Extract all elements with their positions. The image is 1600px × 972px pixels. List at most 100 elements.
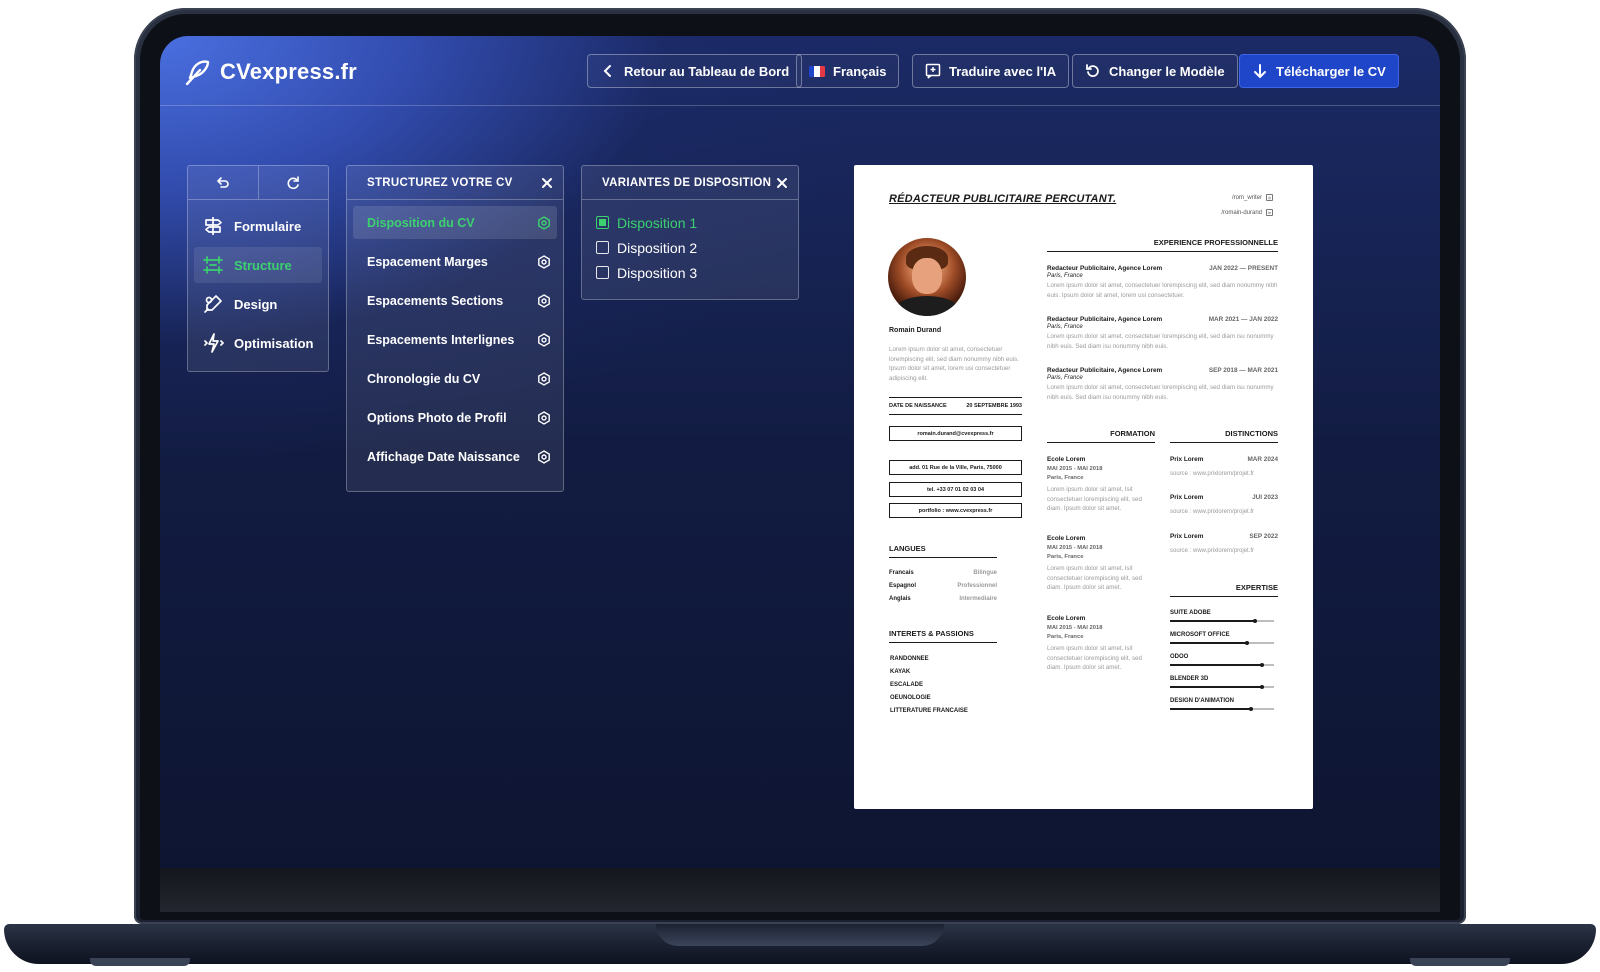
structure-item-disposition[interactable]: Disposition du CV — [353, 206, 557, 239]
cv-skill: ODOO — [1170, 654, 1274, 666]
settings-hex-icon — [538, 371, 550, 386]
cv-address: add. 01 Rue de la Ville, Paris, 75000 — [889, 460, 1022, 475]
skill-level-bar — [1170, 706, 1274, 710]
cv-skill: BLENDER 3D — [1170, 676, 1274, 688]
structure-item-chronology[interactable]: Chronologie du CV — [353, 362, 557, 395]
profile-photo — [888, 238, 966, 316]
close-icon[interactable] — [541, 177, 553, 189]
logo[interactable]: CVexpress.fr — [182, 56, 357, 88]
structure-item-line-spacing[interactable]: Espacements Interlignes — [353, 323, 557, 356]
cv-birthdate-value: 20 SEPTEMBRE 1993 — [966, 403, 1022, 409]
sidebar-panel: Formulaire Structure Design Optimisation — [187, 165, 329, 372]
sidebar-item-label: Design — [234, 296, 278, 312]
checkbox[interactable] — [596, 241, 609, 254]
download-cv-label: Télécharger le CV — [1276, 63, 1386, 79]
cv-education-item: Ecole Lorem MAI 2015 - MAI 2018 Paris, F… — [1047, 615, 1142, 672]
structure-item-label: Espacements Sections — [367, 293, 504, 308]
layout-icon — [203, 256, 223, 274]
cv-languages-title: LANGUES — [889, 544, 997, 558]
structure-item-photo-options[interactable]: Options Photo de Profil — [353, 401, 557, 434]
structure-item-label: Affichage Date Naissance — [367, 449, 520, 464]
settings-hex-icon — [538, 410, 550, 425]
download-cv-button[interactable]: Télécharger le CV — [1239, 54, 1399, 88]
structure-item-birthdate[interactable]: Affichage Date Naissance — [353, 440, 557, 473]
sidebar-item-optimisation[interactable]: Optimisation — [194, 325, 322, 361]
cv-headline: RÉDACTEUR PUBLICITAIRE PERCUTANT. — [889, 193, 1117, 205]
cv-award-item: Prix Lorem JUI 2023 source : www.prixlore… — [1170, 494, 1278, 515]
cv-preview[interactable]: RÉDACTEUR PUBLICITAIRE PERCUTANT. /rom_w… — [854, 165, 1313, 809]
cv-skill: SUITE ADOBE — [1170, 610, 1274, 622]
sidebar-item-label: Formulaire — [234, 218, 302, 234]
top-header: CVexpress.fr Retour au Tableau de Bord F… — [160, 36, 1440, 106]
structure-item-label: Disposition du CV — [367, 215, 475, 230]
structure-panel: STRUCTUREZ VOTRE CV Disposition du CV Es… — [346, 165, 564, 492]
cv-experience-item: Redacteur Publicitaire, Agence Lorem JAN … — [1047, 265, 1278, 299]
language-label: Français — [833, 63, 887, 79]
variant-option-1[interactable]: Disposition 1 — [596, 210, 798, 235]
variants-panel: VARIANTES DE DISPOSITION Disposition 1 D… — [581, 165, 799, 300]
cv-language-row: Anglais Intermediaire — [889, 596, 997, 602]
settings-hex-icon — [538, 215, 550, 230]
sidebar-item-label: Structure — [234, 257, 292, 273]
laptop-foot-right — [1410, 958, 1510, 966]
app-screen: CVexpress.fr Retour au Tableau de Bord F… — [160, 36, 1440, 868]
translate-ai-button[interactable]: Traduire avec l'IA — [912, 54, 1070, 88]
download-arrow-icon — [1254, 64, 1266, 79]
structure-panel-header: STRUCTUREZ VOTRE CV — [347, 166, 563, 200]
linkedin-icon: in — [1266, 209, 1273, 216]
cv-skill: MICROSOFT OFFICE — [1170, 632, 1274, 644]
settings-hex-icon — [538, 332, 550, 347]
cv-awards-title: DISTINCTIONS — [1170, 429, 1278, 443]
cv-education-item: Ecole Lorem MAI 2015 - MAI 2018 Paris, F… — [1047, 456, 1142, 513]
cv-award-item: Prix Lorem SEP 2022 source : www.prixlore… — [1170, 533, 1278, 554]
reset-icon — [1086, 64, 1099, 77]
checkbox[interactable] — [596, 266, 609, 279]
sidebar-item-formulaire[interactable]: Formulaire — [194, 208, 322, 244]
cv-interest: RANDONNEE — [890, 656, 929, 662]
structure-item-label: Espacements Interlignes — [367, 332, 515, 347]
feather-icon — [185, 60, 210, 86]
cv-interest: LITTERATURE FRANCAISE — [890, 708, 968, 714]
cv-phone: tel. +33 07 01 02 03 04 — [889, 482, 1022, 497]
skill-level-bar — [1170, 618, 1274, 622]
translate-ai-label: Traduire avec l'IA — [949, 63, 1057, 79]
variants-panel-header: VARIANTES DE DISPOSITION — [582, 166, 798, 200]
cv-interest: ESCALADE — [890, 682, 924, 688]
cv-language-row: Espagnol Professionnel — [889, 583, 997, 589]
cv-expertise-title: EXPERTISE — [1170, 583, 1278, 597]
undo-button[interactable] — [188, 166, 258, 199]
undo-icon — [216, 176, 229, 188]
cv-social-handle: /romain-durand — [1221, 209, 1262, 216]
sidebar-item-design[interactable]: Design — [194, 286, 322, 322]
cv-interest: KAYAK — [890, 669, 911, 675]
cv-interest: OEUNOLOGIE — [890, 695, 931, 701]
variants-panel-title: VARIANTES DE DISPOSITION — [602, 176, 772, 189]
structure-item-margins[interactable]: Espacement Marges — [353, 245, 557, 278]
skill-level-bar — [1170, 662, 1274, 666]
settings-hex-icon — [538, 449, 550, 464]
optimize-icon — [204, 333, 224, 353]
cv-social-linkedin: /romain-durand in — [1221, 209, 1273, 216]
back-to-dashboard-button[interactable]: Retour au Tableau de Bord — [587, 54, 803, 88]
laptop-foot-left — [90, 958, 190, 966]
structure-item-label: Chronologie du CV — [367, 371, 481, 386]
ai-translate-icon — [925, 63, 941, 79]
sidebar-item-structure[interactable]: Structure — [194, 247, 322, 283]
redo-icon — [287, 175, 300, 189]
cv-social-instagram: /rom_writer ◎ — [1232, 194, 1273, 201]
change-template-button[interactable]: Changer le Modèle — [1072, 54, 1238, 88]
checkbox[interactable] — [596, 216, 609, 229]
change-template-label: Changer le Modèle — [1109, 63, 1225, 79]
language-button[interactable]: Français — [796, 54, 900, 88]
close-icon[interactable] — [776, 177, 788, 189]
variant-option-3[interactable]: Disposition 3 — [596, 260, 798, 285]
structure-item-label: Options Photo de Profil — [367, 410, 507, 425]
structure-item-label: Espacement Marges — [367, 254, 488, 269]
cv-portfolio: portfolio : www.cvexpress.fr — [889, 503, 1022, 518]
instagram-icon: ◎ — [1266, 194, 1273, 201]
skill-level-bar — [1170, 640, 1274, 644]
redo-button[interactable] — [257, 166, 329, 199]
palette-icon — [204, 295, 222, 313]
structure-item-sections[interactable]: Espacements Sections — [353, 284, 557, 317]
variant-option-2[interactable]: Disposition 2 — [596, 235, 798, 260]
